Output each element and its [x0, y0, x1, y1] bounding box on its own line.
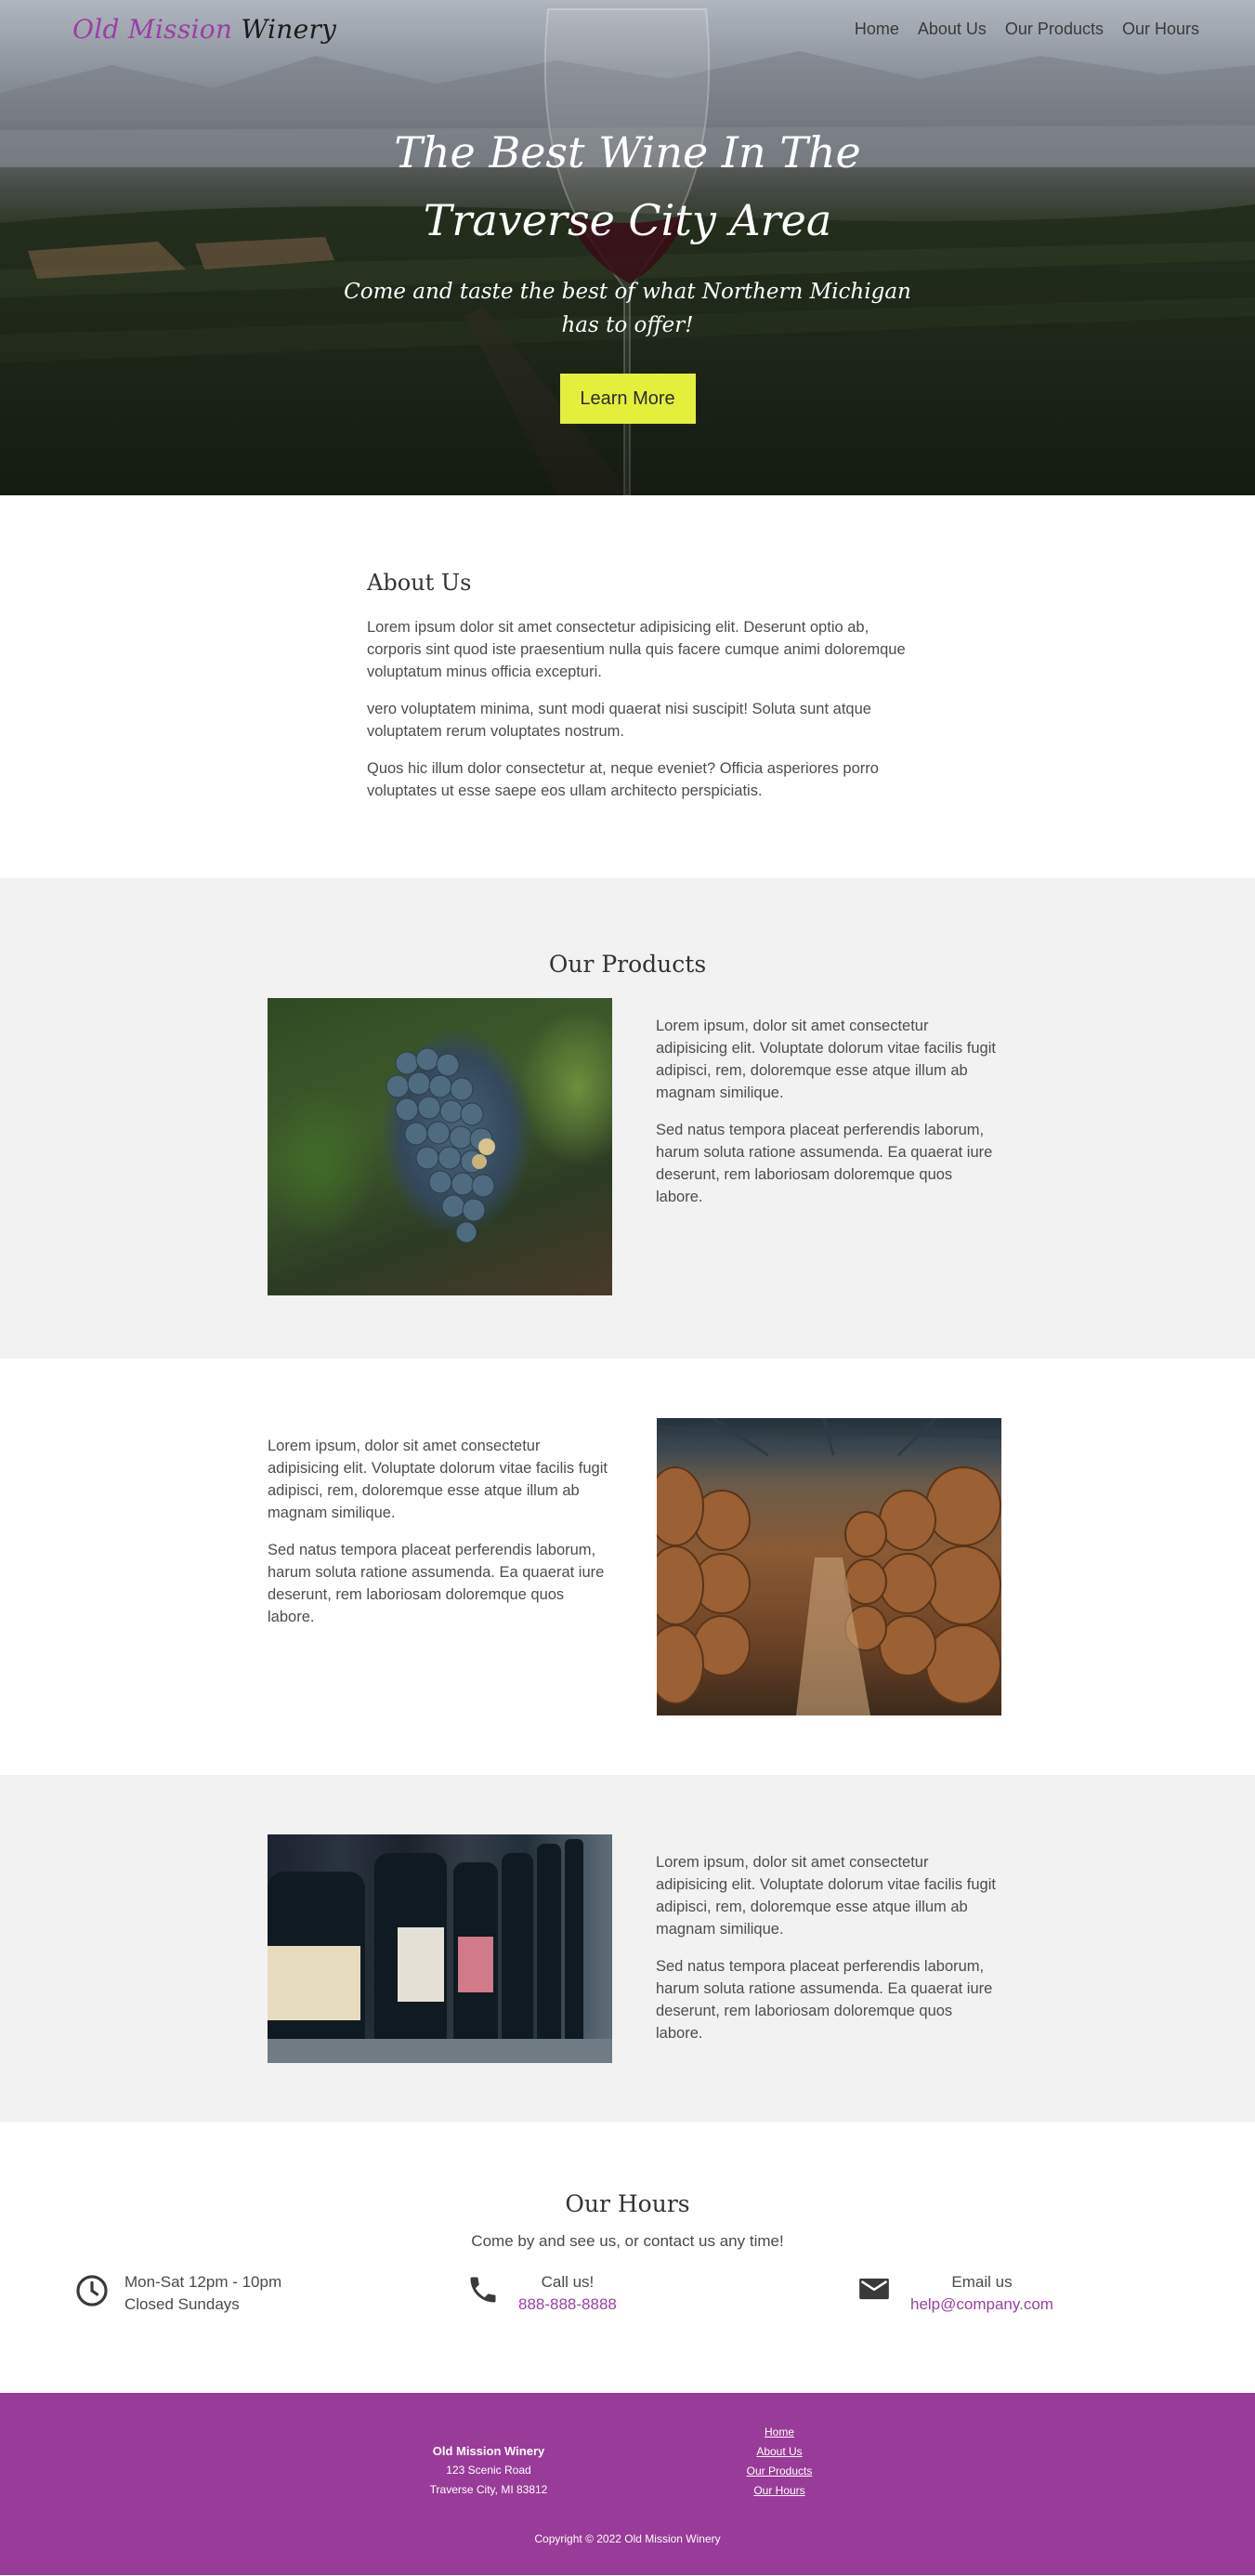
- footer-links: Home About Us Our Products Our Hours: [725, 2423, 834, 2501]
- bottles-photo: [268, 1834, 612, 2063]
- email-label: Email us: [951, 2273, 1013, 2291]
- brand-name-part1: Old Mission: [72, 13, 233, 45]
- footer-link-products[interactable]: Our Products: [725, 2462, 834, 2481]
- about-paragraph-2: vero voluptatem minima, sunt modi quaera…: [367, 701, 871, 740]
- about-paragraph-1: Lorem ipsum dolor sit amet consectetur a…: [367, 619, 906, 680]
- footer-link-hours[interactable]: Our Hours: [725, 2481, 834, 2501]
- product-row-3: Lorem ipsum, dolor sit amet consectetur …: [268, 1834, 1001, 2063]
- grapes-photo: [268, 998, 612, 1295]
- product-1-paragraph-1: Lorem ipsum, dolor sit amet consectetur …: [656, 1018, 996, 1101]
- barrel-cellar-icon: [657, 1418, 1001, 1715]
- envelope-icon: [859, 2278, 889, 2300]
- product-text-1: Lorem ipsum, dolor sit amet consectetur …: [656, 998, 1001, 1295]
- product-text-2: Lorem ipsum, dolor sit amet consectetur …: [268, 1418, 613, 1715]
- top-navbar: Old Mission Winery Home About Us Our Pro…: [0, 0, 1255, 58]
- product-2-paragraph-1: Lorem ipsum, dolor sit amet consectetur …: [268, 1438, 608, 1521]
- product-2-paragraph-2: Sed natus tempora placeat perferendis la…: [268, 1542, 605, 1625]
- products-section: Our Products Lorem ipsum, dolor sit amet…: [0, 878, 1255, 1359]
- learn-more-button[interactable]: Learn More: [559, 374, 696, 424]
- brand-name-part2: Winery: [241, 13, 337, 45]
- phone-link[interactable]: 888-888-8888: [518, 2293, 617, 2316]
- barrels-photo: [657, 1418, 1001, 1715]
- nav-link-hours[interactable]: Our Hours: [1122, 20, 1199, 39]
- brand-logo[interactable]: Old Mission Winery: [72, 14, 336, 45]
- hours-schedule: Mon-Sat 12pm - 10pm Closed Sundays: [74, 2271, 281, 2316]
- hours-section: Our Hours Come by and see us, or contact…: [0, 2122, 1255, 2393]
- nav-links: Home About Us Our Products Our Hours: [836, 20, 1199, 39]
- site-footer: Old Mission Winery 123 Scenic Road Trave…: [0, 2393, 1255, 2575]
- call-label: Call us!: [541, 2273, 595, 2291]
- schedule-closed: Closed Sundays: [124, 2295, 240, 2313]
- grape-cluster-icon: [386, 1047, 495, 1243]
- about-section: About Us Lorem ipsum dolor sit amet cons…: [0, 495, 1255, 878]
- footer-copyright: Copyright © 2022 Old Mission Winery: [534, 2532, 721, 2545]
- nav-link-about[interactable]: About Us: [918, 20, 987, 39]
- product-1-paragraph-2: Sed natus tempora placeat perferendis la…: [656, 1122, 993, 1205]
- products-section-3: Lorem ipsum, dolor sit amet consectetur …: [0, 1775, 1255, 2122]
- footer-link-about[interactable]: About Us: [725, 2442, 834, 2462]
- product-text-3: Lorem ipsum, dolor sit amet consectetur …: [656, 1834, 1001, 2063]
- clock-icon: [76, 2275, 108, 2307]
- about-paragraph-3: Quos hic illum dolor consectetur at, neq…: [367, 760, 879, 799]
- hours-subtitle: Come by and see us, or contact us any ti…: [471, 2232, 784, 2250]
- hours-heading: Our Hours: [565, 2190, 690, 2217]
- product-row-2: Lorem ipsum, dolor sit amet consectetur …: [268, 1418, 1001, 1715]
- nav-link-products[interactable]: Our Products: [1005, 20, 1104, 39]
- email-link[interactable]: help@company.com: [910, 2293, 1053, 2316]
- hours-phone: Call us! 888-888-8888: [466, 2271, 617, 2316]
- about-heading: About Us: [367, 570, 472, 596]
- products-section-2: Lorem ipsum, dolor sit amet consectetur …: [0, 1359, 1255, 1775]
- product-3-paragraph-1: Lorem ipsum, dolor sit amet consectetur …: [656, 1854, 996, 1938]
- footer-address: Old Mission Winery 123 Scenic Road Trave…: [421, 2441, 556, 2500]
- hours-email: Email us help@company.com: [856, 2271, 1053, 2316]
- hero-title: The Best Wine In The Traverse City Area: [394, 127, 861, 245]
- wine-bottles-icon: [268, 1839, 612, 2063]
- hero-section: Old Mission Winery Home About Us Our Pro…: [0, 0, 1255, 495]
- hero-content: The Best Wine In The Traverse City Area …: [0, 119, 1255, 424]
- product-row-1: Lorem ipsum, dolor sit amet consectetur …: [268, 998, 1001, 1295]
- nav-link-home[interactable]: Home: [855, 20, 899, 39]
- hours-columns: Mon-Sat 12pm - 10pm Closed Sundays Call …: [0, 2271, 1255, 2327]
- schedule-days: Mon-Sat 12pm - 10pm: [124, 2273, 282, 2291]
- footer-street: 123 Scenic Road: [446, 2464, 531, 2477]
- footer-city: Traverse City, MI 83812: [429, 2483, 548, 2496]
- hero-subtitle: Come and taste the best of what Northern…: [344, 280, 911, 337]
- phone-icon: [470, 2277, 496, 2303]
- footer-link-home[interactable]: Home: [725, 2423, 834, 2442]
- product-3-paragraph-2: Sed natus tempora placeat perferendis la…: [656, 1958, 993, 2042]
- products-heading: Our Products: [548, 951, 707, 978]
- footer-company-name: Old Mission Winery: [432, 2444, 545, 2458]
